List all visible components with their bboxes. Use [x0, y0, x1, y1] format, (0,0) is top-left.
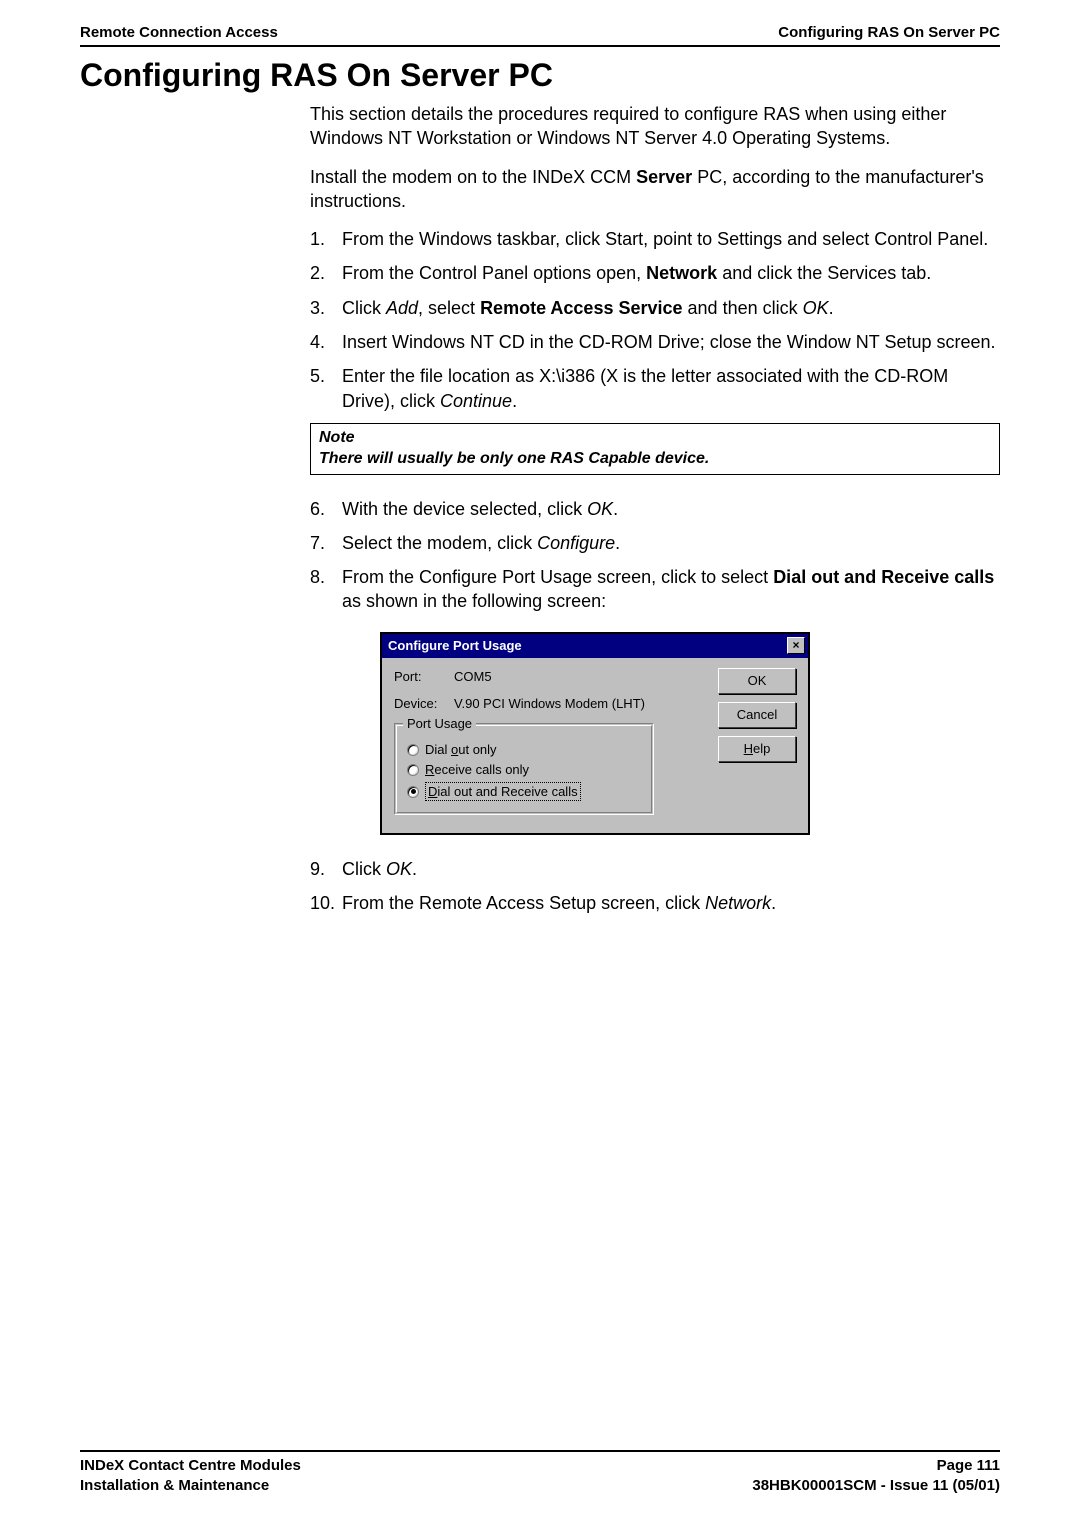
- footer-left-2: Installation & Maintenance: [80, 1476, 301, 1496]
- step-7: 7. Select the modem, click Configure.: [310, 531, 1000, 555]
- step-2: 2. From the Control Panel options open, …: [310, 261, 1000, 285]
- radio-icon: [407, 764, 419, 776]
- step-5: 5. Enter the file location as X:\i386 (X…: [310, 364, 1000, 413]
- step-8: 8. From the Configure Port Usage screen,…: [310, 565, 1000, 614]
- radio-dial-and-receive[interactable]: Dial out and Receive calls: [407, 782, 641, 802]
- page-header: Remote Connection Access Configuring RAS…: [80, 24, 1000, 47]
- configure-port-usage-dialog: Configure Port Usage × Port: COM5 Device…: [380, 632, 810, 835]
- steps-list-b: 6. With the device selected, click OK. 7…: [310, 497, 1000, 614]
- intro-paragraph-1: This section details the procedures requ…: [310, 102, 1000, 151]
- port-usage-group: Port Usage Dial out only Receive calls o…: [394, 723, 654, 816]
- group-title: Port Usage: [403, 715, 476, 733]
- note-title: Note: [319, 428, 991, 449]
- dialog-title: Configure Port Usage: [388, 637, 522, 655]
- step-6: 6. With the device selected, click OK.: [310, 497, 1000, 521]
- radio-dial-out-only[interactable]: Dial out only: [407, 741, 641, 759]
- device-value: V.90 PCI Windows Modem (LHT): [454, 695, 645, 713]
- port-label: Port:: [394, 668, 454, 686]
- step-4: 4. Insert Windows NT CD in the CD-ROM Dr…: [310, 330, 1000, 354]
- ok-button[interactable]: OK: [718, 668, 796, 694]
- close-icon[interactable]: ×: [787, 637, 805, 654]
- intro-paragraph-2: Install the modem on to the INDeX CCM Se…: [310, 165, 1000, 214]
- radio-icon: [407, 786, 419, 798]
- note-body: There will usually be only one RAS Capab…: [319, 449, 991, 470]
- radio-icon: [407, 744, 419, 756]
- port-value: COM5: [454, 668, 492, 686]
- steps-list-a: 1. From the Windows taskbar, click Start…: [310, 227, 1000, 413]
- cancel-button[interactable]: Cancel: [718, 702, 796, 728]
- step-1: 1. From the Windows taskbar, click Start…: [310, 227, 1000, 251]
- header-right: Configuring RAS On Server PC: [778, 24, 1000, 41]
- page-footer: INDeX Contact Centre Modules Installatio…: [80, 1450, 1000, 1497]
- dialog-titlebar[interactable]: Configure Port Usage ×: [382, 634, 808, 658]
- page-title: Configuring RAS On Server PC: [80, 57, 1000, 94]
- note-box: Note There will usually be only one RAS …: [310, 423, 1000, 475]
- footer-right-1: Page 111: [752, 1456, 1000, 1476]
- steps-list-c: 9. Click OK. 10. From the Remote Access …: [310, 857, 1000, 916]
- footer-left-1: INDeX Contact Centre Modules: [80, 1456, 301, 1476]
- step-3: 3. Click Add, select Remote Access Servi…: [310, 296, 1000, 320]
- device-label: Device:: [394, 695, 454, 713]
- help-button[interactable]: Help: [718, 736, 796, 762]
- step-9: 9. Click OK.: [310, 857, 1000, 881]
- step-10: 10. From the Remote Access Setup screen,…: [310, 891, 1000, 915]
- radio-receive-only[interactable]: Receive calls only: [407, 761, 641, 779]
- footer-right-2: 38HBK00001SCM - Issue 11 (05/01): [752, 1476, 1000, 1496]
- header-left: Remote Connection Access: [80, 24, 278, 41]
